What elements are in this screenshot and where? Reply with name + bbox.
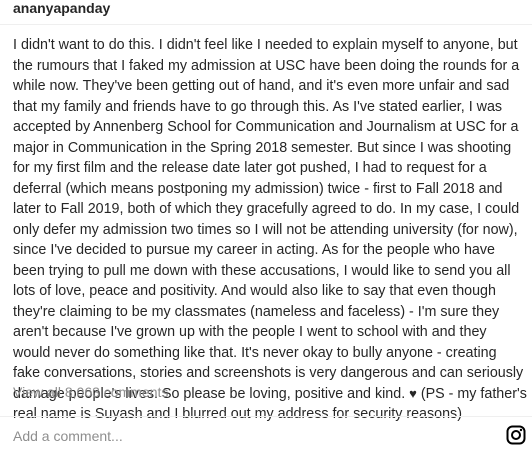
post-caption: I didn't want to do this. I didn't feel … [13, 35, 527, 425]
add-comment-input[interactable] [13, 427, 413, 445]
instagram-icon[interactable] [506, 425, 526, 445]
header-divider [0, 24, 532, 25]
view-all-comments-link[interactable]: View all 8,063 comments [13, 384, 168, 400]
post-username[interactable]: ananyapanday [13, 0, 110, 16]
caption-text: I didn't want to do this. I didn't feel … [13, 37, 524, 402]
heart-icon: ♥ [409, 385, 417, 401]
add-comment-bar [0, 416, 532, 449]
